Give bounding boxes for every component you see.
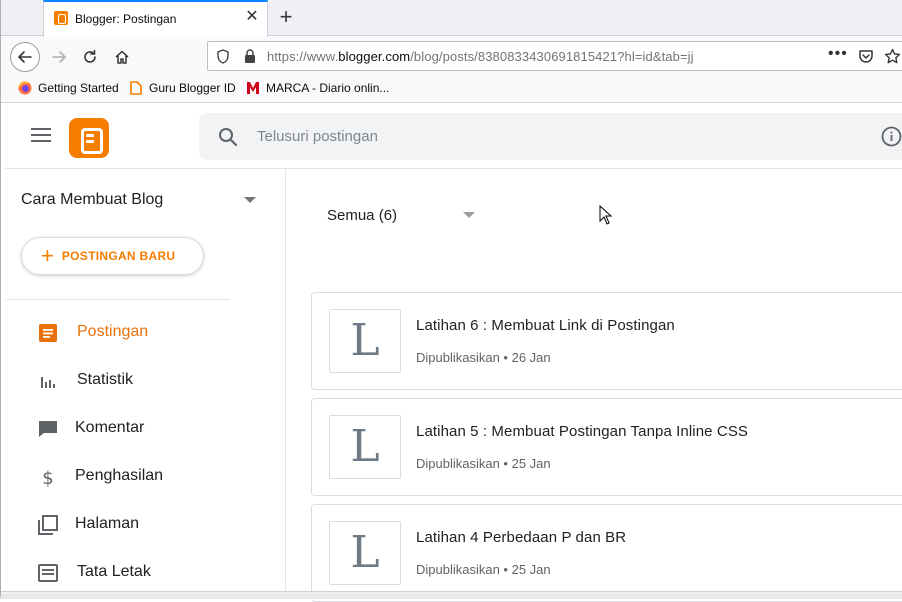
shield-icon[interactable] xyxy=(216,49,230,64)
bookmarks-toolbar: Getting Started Guru Blogger ID MARCA - … xyxy=(0,76,902,103)
sidebar-item-label: Statistik xyxy=(77,371,134,388)
blogger-favicon-icon xyxy=(54,11,68,25)
blog-dropdown-icon[interactable] xyxy=(244,197,256,203)
post-status: Dipublikasikan • 25 Jan xyxy=(416,562,551,577)
home-button[interactable] xyxy=(107,42,137,72)
sidebar-item-tata-letak[interactable]: Tata Letak xyxy=(5,553,275,593)
sidebar-item-postingan[interactable]: Postingan xyxy=(5,313,275,353)
post-list-item[interactable]: L Latihan 5 : Membuat Postingan Tanpa In… xyxy=(311,398,902,496)
url-prefix: https://www. xyxy=(267,49,339,64)
sidebar-item-label: Halaman xyxy=(75,515,140,532)
info-icon[interactable] xyxy=(881,126,902,147)
comment-icon xyxy=(39,421,57,437)
main-content: Semua (6) L Latihan 6 : Membuat Link di … xyxy=(286,169,902,602)
menu-icon[interactable] xyxy=(31,128,51,144)
new-post-label: POSTINGAN BARU xyxy=(61,249,176,263)
bookmark-label: Guru Blogger ID xyxy=(149,81,236,95)
mouse-cursor-icon xyxy=(599,205,613,225)
bookmark-label: MARCA - Diario onlin... xyxy=(266,81,390,95)
post-status: Dipublikasikan • 25 Jan xyxy=(416,456,551,471)
post-thumbnail: L xyxy=(329,415,401,479)
blog-name[interactable]: Cara Membuat Blog xyxy=(21,191,163,209)
forward-button[interactable] xyxy=(44,42,74,72)
search-box[interactable]: Telusuri postingan xyxy=(199,113,902,160)
post-thumbnail: L xyxy=(329,521,401,585)
post-status: Dipublikasikan • 26 Jan xyxy=(416,350,551,365)
new-tab-button[interactable]: + xyxy=(274,6,298,30)
browser-navigation-bar: https://www.blogger.com/blog/posts/83808… xyxy=(0,37,902,76)
window-bottom-edge xyxy=(0,591,902,599)
bookmark-guru-blogger[interactable]: Guru Blogger ID xyxy=(129,81,236,95)
bookmark-label: Getting Started xyxy=(38,81,119,95)
sidebar-item-label: Penghasilan xyxy=(75,467,164,484)
home-icon xyxy=(115,50,129,64)
back-button[interactable] xyxy=(10,42,40,72)
sidebar-item-komentar[interactable]: Komentar xyxy=(5,409,275,449)
sidebar: Cara Membuat Blog + POSTINGAN BARU Posti… xyxy=(5,169,286,599)
post-thumbnail: L xyxy=(329,309,401,373)
bookmark-star-icon[interactable] xyxy=(884,48,901,65)
post-title[interactable]: Latihan 4 Perbedaan P dan BR xyxy=(416,529,626,546)
post-thumbnail-letter: L xyxy=(350,315,380,366)
posts-icon xyxy=(39,324,57,342)
new-post-button[interactable]: + POSTINGAN BARU xyxy=(21,237,204,275)
close-tab-icon[interactable]: ✕ xyxy=(242,7,262,27)
search-input[interactable]: Telusuri postingan xyxy=(257,128,378,145)
blogger-icon xyxy=(130,81,142,95)
url-domain: blogger.com xyxy=(338,49,411,64)
post-list-item[interactable]: L Latihan 4 Perbedaan P dan BR Dipublika… xyxy=(311,504,902,602)
bookmark-getting-started[interactable]: Getting Started xyxy=(18,81,119,95)
layout-icon xyxy=(38,564,58,582)
chevron-down-icon[interactable] xyxy=(463,212,475,218)
sidebar-item-halaman[interactable]: Halaman xyxy=(5,505,275,545)
reload-icon xyxy=(84,49,96,63)
stats-icon xyxy=(41,377,55,388)
dollar-icon: $ xyxy=(42,468,53,487)
post-title[interactable]: Latihan 5 : Membuat Postingan Tanpa Inli… xyxy=(416,423,748,440)
pages-icon xyxy=(38,515,58,535)
blogger-header: Telusuri postingan xyxy=(5,104,902,169)
sidebar-item-label: Postingan xyxy=(77,323,149,340)
url-bar[interactable]: https://www.blogger.com/blog/posts/83808… xyxy=(207,41,902,71)
post-thumbnail-letter: L xyxy=(350,421,380,472)
lock-icon[interactable] xyxy=(244,49,256,64)
marca-logo-icon xyxy=(247,82,259,94)
reload-button[interactable] xyxy=(75,42,105,72)
post-title[interactable]: Latihan 6 : Membuat Link di Postingan xyxy=(416,317,675,334)
blogger-logo-icon[interactable] xyxy=(69,118,109,158)
post-filter-select[interactable]: Semua (6) xyxy=(327,207,397,224)
bookmark-marca[interactable]: MARCA - Diario onlin... xyxy=(246,81,389,95)
arrow-left-icon xyxy=(18,51,32,63)
tab-title: Blogger: Postingan xyxy=(75,12,177,26)
url-text[interactable]: https://www.blogger.com/blog/posts/83808… xyxy=(267,49,694,64)
search-icon[interactable] xyxy=(218,127,238,147)
sidebar-item-statistik[interactable]: Statistik xyxy=(5,361,275,401)
sidebar-item-label: Tata Letak xyxy=(77,563,151,580)
firefox-icon xyxy=(18,81,32,95)
arrow-right-icon xyxy=(52,51,66,63)
page-actions-menu-icon[interactable]: ••• xyxy=(828,45,848,63)
plus-icon: + xyxy=(41,243,54,268)
url-path: /blog/posts/8380833430691815421?hl=id&ta… xyxy=(410,49,694,64)
browser-tab-bar: Blogger: Postingan ✕ + xyxy=(0,0,902,37)
post-thumbnail-letter: L xyxy=(350,527,380,578)
sidebar-divider xyxy=(5,299,230,300)
sidebar-item-label: Komentar xyxy=(75,419,145,436)
sidebar-item-penghasilan[interactable]: $ Penghasilan xyxy=(5,457,275,497)
svg-text:$: $ xyxy=(42,468,53,487)
post-list-item[interactable]: L Latihan 6 : Membuat Link di Postingan … xyxy=(311,292,902,390)
pocket-icon[interactable] xyxy=(858,49,874,64)
browser-tab-active[interactable]: Blogger: Postingan ✕ xyxy=(43,0,268,37)
